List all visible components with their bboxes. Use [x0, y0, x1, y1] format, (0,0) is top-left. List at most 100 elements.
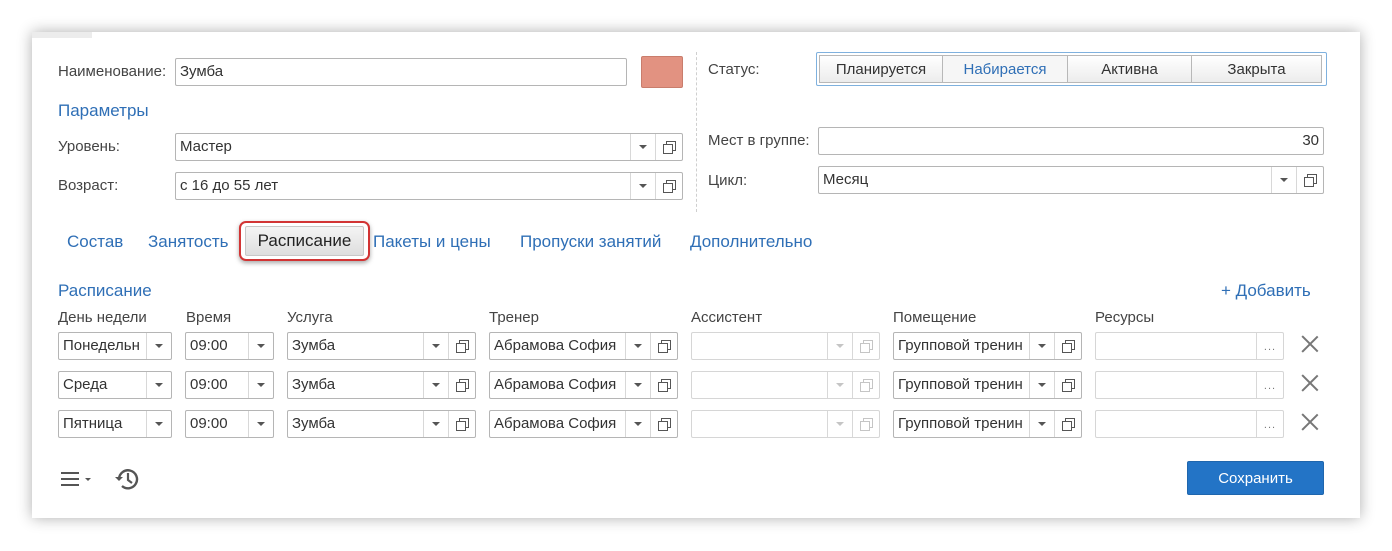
row-room-field[interactable]: Групповой тренин [893, 410, 1082, 438]
chevron-down-icon [1280, 178, 1288, 182]
chevron-down-icon [257, 344, 265, 348]
trainer-open-button[interactable] [650, 372, 677, 398]
tab-absences[interactable]: Пропуски занятий [520, 232, 661, 252]
time-dropdown-button[interactable] [248, 333, 273, 359]
trainer-open-button[interactable] [650, 333, 677, 359]
resources-select-button[interactable]: ... [1256, 372, 1283, 398]
tab-packages[interactable]: Пакеты и цены [373, 232, 491, 252]
cycle-open-button[interactable] [1296, 167, 1323, 193]
name-field[interactable]: Зумба [175, 58, 627, 86]
status-option-planned[interactable]: Планируется [819, 55, 943, 83]
open-form-icon [859, 378, 873, 392]
day-dropdown-button[interactable] [146, 372, 171, 398]
history-icon[interactable] [113, 465, 141, 493]
row-trainer-field[interactable]: Абрамова София [489, 332, 678, 360]
status-option-active[interactable]: Активна [1068, 55, 1192, 83]
cycle-dropdown-button[interactable] [1271, 167, 1296, 193]
tab-occupancy[interactable]: Занятость [148, 232, 229, 252]
row-assistant-field[interactable] [691, 332, 880, 360]
trainer-dropdown-button[interactable] [625, 411, 650, 437]
age-label: Возраст: [58, 177, 119, 194]
row-service-field[interactable]: Зумба [287, 410, 476, 438]
assistant-open-button[interactable] [852, 333, 879, 359]
assistant-open-button[interactable] [852, 372, 879, 398]
service-dropdown-button[interactable] [423, 333, 448, 359]
room-open-button[interactable] [1054, 372, 1081, 398]
cycle-field[interactable]: Месяц [818, 166, 1324, 194]
age-field[interactable]: с 16 до 55 лет [175, 172, 683, 200]
chevron-down-icon [836, 344, 844, 348]
service-open-button[interactable] [448, 333, 475, 359]
day-dropdown-button[interactable] [146, 333, 171, 359]
room-open-button[interactable] [1054, 333, 1081, 359]
tab-schedule[interactable]: Расписание [239, 221, 370, 261]
row-assistant-field[interactable] [691, 410, 880, 438]
trainer-dropdown-button[interactable] [625, 333, 650, 359]
age-open-button[interactable] [655, 173, 682, 199]
col-header-trainer: Тренер [489, 309, 539, 326]
service-open-button[interactable] [448, 372, 475, 398]
delete-row-icon[interactable] [1301, 335, 1319, 353]
room-dropdown-button[interactable] [1029, 411, 1054, 437]
day-dropdown-button[interactable] [146, 411, 171, 437]
assistant-dropdown-button[interactable] [827, 333, 852, 359]
row-resources-field[interactable]: ... [1095, 371, 1284, 399]
tab-additional[interactable]: Дополнительно [690, 232, 812, 252]
open-form-icon [662, 140, 676, 154]
service-dropdown-button[interactable] [423, 411, 448, 437]
row-service-value: Зумба [292, 376, 336, 393]
row-day-field[interactable]: Среда [58, 371, 172, 399]
add-row-button[interactable]: + Добавить [1221, 281, 1311, 301]
schedule-title: Расписание [58, 281, 152, 300]
row-day-value: Понедельн [63, 337, 140, 354]
row-trainer-field[interactable]: Абрамова София [489, 410, 678, 438]
row-service-value: Зумба [292, 415, 336, 432]
assistant-dropdown-button[interactable] [827, 372, 852, 398]
service-dropdown-button[interactable] [423, 372, 448, 398]
row-day-field[interactable]: Пятница [58, 410, 172, 438]
resources-select-button[interactable]: ... [1256, 333, 1283, 359]
row-resources-field[interactable]: ... [1095, 410, 1284, 438]
trainer-dropdown-button[interactable] [625, 372, 650, 398]
row-service-field[interactable]: Зумба [287, 332, 476, 360]
delete-row-icon[interactable] [1301, 413, 1319, 431]
row-assistant-value [692, 372, 827, 398]
room-open-button[interactable] [1054, 411, 1081, 437]
level-field[interactable]: Мастер [175, 133, 683, 161]
service-open-button[interactable] [448, 411, 475, 437]
chevron-down-icon [639, 145, 647, 149]
color-swatch[interactable] [641, 56, 683, 88]
assistant-dropdown-button[interactable] [827, 411, 852, 437]
status-option-recruiting[interactable]: Набирается [943, 55, 1068, 83]
menu-icon[interactable] [60, 468, 94, 490]
chevron-down-icon [432, 344, 440, 348]
open-form-icon [1061, 417, 1075, 431]
row-service-field[interactable]: Зумба [287, 371, 476, 399]
time-dropdown-button[interactable] [248, 411, 273, 437]
save-button[interactable]: Сохранить [1187, 461, 1324, 495]
row-resources-field[interactable]: ... [1095, 332, 1284, 360]
row-day-field[interactable]: Понедельн [58, 332, 172, 360]
room-dropdown-button[interactable] [1029, 372, 1054, 398]
row-time-field[interactable]: 09:00 [185, 371, 274, 399]
assistant-open-button[interactable] [852, 411, 879, 437]
time-dropdown-button[interactable] [248, 372, 273, 398]
delete-row-icon[interactable] [1301, 374, 1319, 392]
row-trainer-field[interactable]: Абрамова София [489, 371, 678, 399]
row-assistant-field[interactable] [691, 371, 880, 399]
tab-composition[interactable]: Состав [67, 232, 123, 252]
row-room-field[interactable]: Групповой тренин [893, 332, 1082, 360]
trainer-open-button[interactable] [650, 411, 677, 437]
row-time-field[interactable]: 09:00 [185, 410, 274, 438]
row-room-field[interactable]: Групповой тренин [893, 371, 1082, 399]
row-trainer-value: Абрамова София [494, 337, 617, 354]
room-dropdown-button[interactable] [1029, 333, 1054, 359]
status-option-closed[interactable]: Закрыта [1192, 55, 1322, 83]
seats-field[interactable]: 30 [818, 127, 1324, 155]
level-open-button[interactable] [655, 134, 682, 160]
age-dropdown-button[interactable] [630, 173, 655, 199]
row-time-field[interactable]: 09:00 [185, 332, 274, 360]
open-form-icon [1303, 173, 1317, 187]
resources-select-button[interactable]: ... [1256, 411, 1283, 437]
level-dropdown-button[interactable] [630, 134, 655, 160]
